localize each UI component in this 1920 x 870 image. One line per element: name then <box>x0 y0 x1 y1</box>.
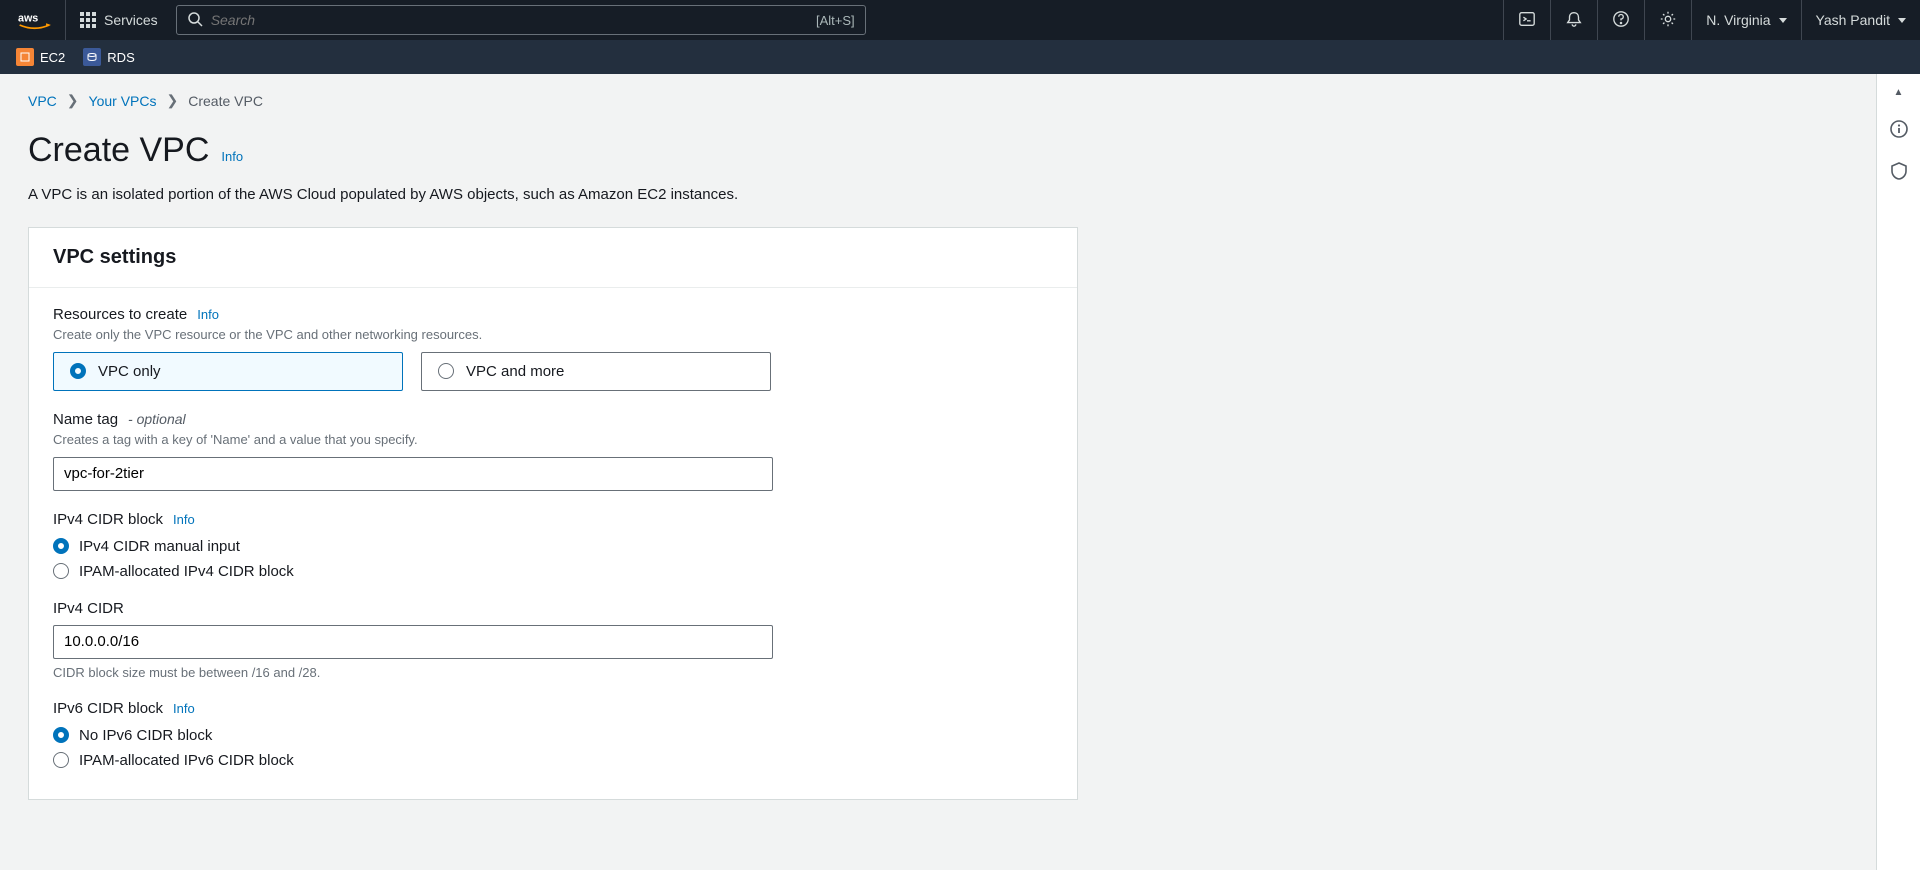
settings-button[interactable] <box>1644 0 1691 40</box>
field-help: Creates a tag with a key of 'Name' and a… <box>53 432 1053 447</box>
search-bar[interactable]: [Alt+S] <box>176 5 866 35</box>
radio-label: IPv4 CIDR manual input <box>79 538 240 555</box>
breadcrumb-current: Create VPC <box>188 93 263 109</box>
breadcrumb: VPC ❯ Your VPCs ❯ Create VPC <box>28 92 1848 109</box>
aws-logo[interactable]: aws <box>0 0 66 40</box>
services-label: Services <box>104 12 158 28</box>
security-panel-toggle[interactable] <box>1885 158 1913 186</box>
panel-header: VPC settings <box>29 228 1077 288</box>
breadcrumb-vpc[interactable]: VPC <box>28 93 57 109</box>
name-tag-input[interactable] <box>53 457 773 491</box>
gear-icon <box>1659 10 1677 31</box>
vpc-settings-panel: VPC settings Resources to create Info Cr… <box>28 227 1078 800</box>
ipv4-cidr-input[interactable] <box>53 625 773 659</box>
chevron-right-icon: ❯ <box>67 92 79 109</box>
help-icon <box>1612 10 1630 31</box>
field-ipv4-cidr-block: IPv4 CIDR block Info IPv4 CIDR manual in… <box>53 511 1053 580</box>
favorite-rds[interactable]: RDS <box>83 48 134 66</box>
global-nav: aws Services [Alt+S] <box>0 0 1920 40</box>
user-label: Yash Pandit <box>1816 12 1890 28</box>
search-input[interactable] <box>203 12 816 28</box>
field-help: CIDR block size must be between /16 and … <box>53 665 1053 680</box>
field-ipv4-cidr: IPv4 CIDR CIDR block size must be betwee… <box>53 600 1053 680</box>
chevron-right-icon: ❯ <box>167 92 179 109</box>
radio-unselected-icon <box>53 752 69 768</box>
optional-marker: - optional <box>128 411 186 427</box>
radio-label: No IPv6 CIDR block <box>79 727 212 744</box>
favorite-label: RDS <box>107 50 134 65</box>
nav-right: N. Virginia Yash Pandit <box>1503 0 1920 40</box>
help-button[interactable] <box>1597 0 1644 40</box>
cloudshell-button[interactable] <box>1503 0 1550 40</box>
radio-label: IPAM-allocated IPv6 CIDR block <box>79 752 294 769</box>
main-content: VPC ❯ Your VPCs ❯ Create VPC Create VPC … <box>0 74 1876 870</box>
page-title: Create VPC <box>28 131 209 170</box>
cloudshell-icon <box>1518 10 1536 31</box>
radio-ipv6-ipam[interactable]: IPAM-allocated IPv6 CIDR block <box>53 752 1053 769</box>
info-link[interactable]: Info <box>173 512 195 527</box>
services-menu-button[interactable]: Services <box>66 0 172 40</box>
radio-ipv4-manual[interactable]: IPv4 CIDR manual input <box>53 538 1053 555</box>
info-circle-icon <box>1889 119 1909 142</box>
favorite-ec2[interactable]: EC2 <box>16 48 65 66</box>
field-help: Create only the VPC resource or the VPC … <box>53 327 1053 342</box>
ec2-icon <box>16 48 34 66</box>
info-link[interactable]: Info <box>173 701 195 716</box>
field-resources-to-create: Resources to create Info Create only the… <box>53 306 1053 391</box>
option-vpc-only[interactable]: VPC only <box>53 352 403 391</box>
search-shortcut: [Alt+S] <box>816 13 855 28</box>
option-label: VPC and more <box>466 363 564 380</box>
page-description: A VPC is an isolated portion of the AWS … <box>28 184 1848 207</box>
field-label: IPv4 CIDR <box>53 600 124 617</box>
field-ipv6-cidr-block: IPv6 CIDR block Info No IPv6 CIDR block … <box>53 700 1053 769</box>
caret-down-icon <box>1779 18 1787 23</box>
info-link[interactable]: Info <box>221 149 243 164</box>
grid-icon <box>80 12 96 28</box>
radio-unselected-icon <box>53 563 69 579</box>
notifications-button[interactable] <box>1550 0 1597 40</box>
bell-icon <box>1565 10 1583 31</box>
search-icon <box>187 11 203 30</box>
favorites-bar: EC2 RDS <box>0 40 1920 74</box>
radio-selected-icon <box>53 727 69 743</box>
radio-selected-icon <box>70 363 86 379</box>
caret-down-icon <box>1898 18 1906 23</box>
radio-label: IPAM-allocated IPv4 CIDR block <box>79 563 294 580</box>
field-label: IPv4 CIDR block <box>53 511 163 528</box>
field-label: Resources to create <box>53 306 187 323</box>
option-label: VPC only <box>98 363 161 380</box>
info-panel-toggle[interactable] <box>1885 116 1913 144</box>
svg-text:aws: aws <box>18 13 38 25</box>
radio-selected-icon <box>53 538 69 554</box>
field-label: Name tag <box>53 411 118 428</box>
breadcrumb-your-vpcs[interactable]: Your VPCs <box>89 93 157 109</box>
scroll-up-arrow[interactable] <box>1877 82 1920 102</box>
side-tools-panel <box>1876 74 1920 870</box>
radio-ipv4-ipam[interactable]: IPAM-allocated IPv4 CIDR block <box>53 563 1053 580</box>
favorite-label: EC2 <box>40 50 65 65</box>
radio-unselected-icon <box>438 363 454 379</box>
shield-icon <box>1889 161 1909 184</box>
field-name-tag: Name tag - optional Creates a tag with a… <box>53 411 1053 491</box>
region-selector[interactable]: N. Virginia <box>1691 0 1800 40</box>
option-vpc-and-more[interactable]: VPC and more <box>421 352 771 391</box>
info-link[interactable]: Info <box>197 307 219 322</box>
field-label: IPv6 CIDR block <box>53 700 163 717</box>
radio-ipv6-none[interactable]: No IPv6 CIDR block <box>53 727 1053 744</box>
rds-icon <box>83 48 101 66</box>
region-label: N. Virginia <box>1706 12 1770 28</box>
account-menu[interactable]: Yash Pandit <box>1801 0 1920 40</box>
